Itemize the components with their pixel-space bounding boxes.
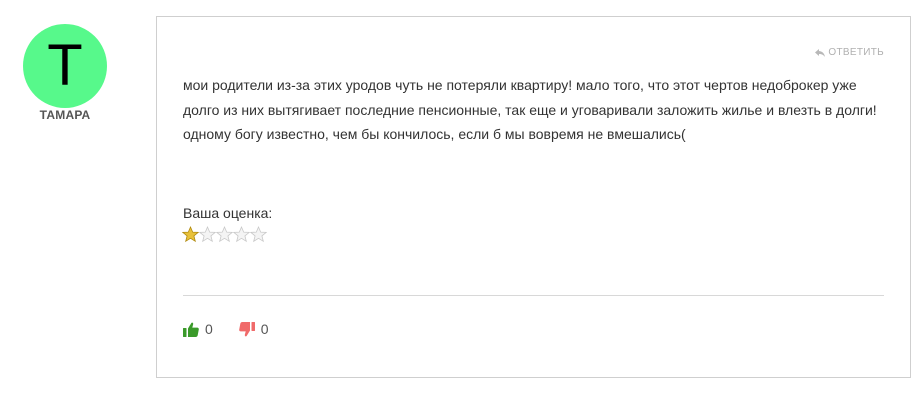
dislike-count: 0 [260,321,269,337]
rating-label: Ваша оценка: [183,205,273,221]
vote-bar: 0 0 [183,321,269,337]
comment-card: ОТВЕТИТЬ мои родители из-за этих уродов … [156,16,911,378]
reply-icon [815,48,826,57]
like-button[interactable]: 0 [183,321,213,337]
star-filled-icon[interactable] [182,226,199,243]
star-empty-icon[interactable] [199,226,216,243]
comment-author: T ТАМАРА [18,24,112,122]
comment-text: мои родители из-за этих уродов чуть не п… [183,77,877,142]
author-name: ТАМАРА [39,108,91,122]
avatar-initial: T [47,33,83,98]
rating-stars[interactable] [182,226,267,243]
comment-thread: T ТАМАРА ОТВЕТИТЬ мои родители из-за эти… [0,0,924,400]
reply-button[interactable]: ОТВЕТИТЬ [815,47,884,58]
like-count: 0 [205,321,213,337]
thumbs-up-icon [183,322,199,337]
star-empty-icon[interactable] [216,226,233,243]
dislike-button[interactable]: 0 [238,321,269,337]
star-empty-icon[interactable] [250,226,267,243]
thumbs-down-icon [238,321,255,336]
divider [183,295,884,296]
star-empty-icon[interactable] [233,226,250,243]
avatar: T [23,24,107,108]
reply-label: ОТВЕТИТЬ [828,47,884,58]
